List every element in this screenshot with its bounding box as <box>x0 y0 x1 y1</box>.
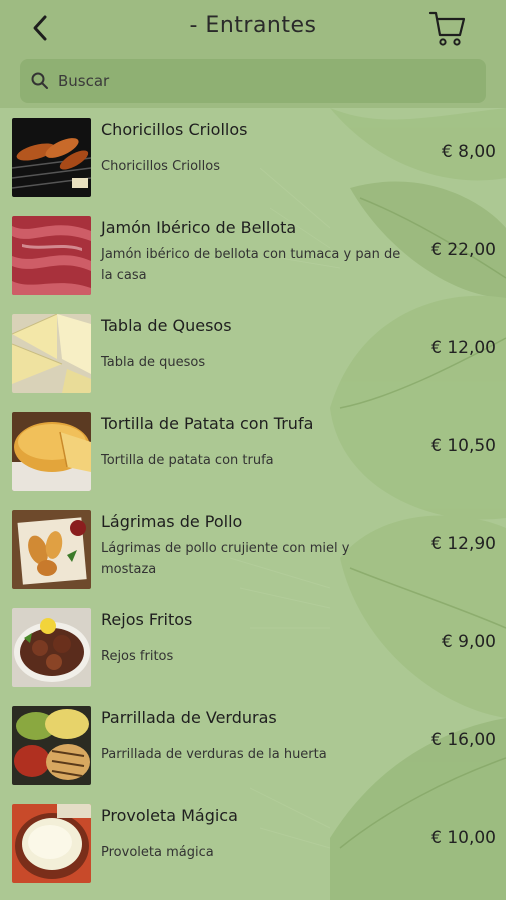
list-item[interactable]: Lágrimas de Pollo Lágrimas de pollo cruj… <box>0 500 506 598</box>
app-header: - Entrantes <box>0 0 506 108</box>
list-item[interactable]: Tortilla de Patata con Trufa Tortilla de… <box>0 402 506 500</box>
list-item[interactable]: Provoleta Mágica Provoleta mágica € 10,0… <box>0 794 506 892</box>
menu-list[interactable]: Choricillos Criollos Choricillos Criollo… <box>0 108 506 900</box>
item-description: Tortilla de patata con trufa <box>101 453 274 468</box>
item-image <box>12 314 91 393</box>
item-price: € 12,90 <box>431 534 496 554</box>
item-name: Provoleta Mágica <box>101 806 238 825</box>
search-input[interactable] <box>56 71 460 91</box>
search-icon <box>30 71 50 91</box>
item-image <box>12 510 91 589</box>
list-item[interactable]: Rejos Fritos Rejos fritos € 9,00 <box>0 598 506 696</box>
item-name: Tabla de Quesos <box>101 316 232 335</box>
item-price: € 22,00 <box>431 240 496 260</box>
list-item[interactable]: Tabla de Quesos Tabla de quesos € 12,00 <box>0 304 506 402</box>
item-image <box>12 608 91 687</box>
item-description: Rejos fritos <box>101 649 174 664</box>
item-description: Lágrimas de pollo crujiente con miel y m… <box>101 541 350 577</box>
item-image <box>12 804 91 883</box>
item-description: Choricillos Criollos <box>101 159 221 174</box>
cart-button[interactable] <box>425 6 469 50</box>
item-image <box>12 412 91 491</box>
item-description: Tabla de quesos <box>101 355 206 370</box>
item-price: € 8,00 <box>441 142 496 162</box>
item-price: € 10,50 <box>431 436 496 456</box>
item-name: Tortilla de Patata con Trufa <box>101 414 314 433</box>
item-name: Choricillos Criollos <box>101 120 248 139</box>
cart-icon <box>428 11 466 46</box>
item-price: € 16,00 <box>431 730 496 750</box>
item-price: € 12,00 <box>431 338 496 358</box>
item-image <box>12 216 91 295</box>
item-description: Provoleta mágica <box>101 845 214 860</box>
item-name: Jamón Ibérico de Bellota <box>101 218 297 237</box>
item-price: € 10,00 <box>431 828 496 848</box>
item-price: € 9,00 <box>441 632 496 652</box>
item-image <box>12 706 91 785</box>
list-item[interactable]: Choricillos Criollos Choricillos Criollo… <box>0 108 506 206</box>
item-description: Jamón ibérico de bellota con tumaca y pa… <box>101 247 401 283</box>
search-bar[interactable] <box>20 59 486 103</box>
item-description: Parrillada de verduras de la huerta <box>101 747 327 762</box>
item-name: Parrillada de Verduras <box>101 708 277 727</box>
item-name: Rejos Fritos <box>101 610 193 629</box>
item-name: Lágrimas de Pollo <box>101 512 243 531</box>
item-image <box>12 118 91 197</box>
list-item[interactable]: Jamón Ibérico de Bellota Jamón ibérico d… <box>0 206 506 304</box>
list-item[interactable]: Parrillada de Verduras Parrillada de ver… <box>0 696 506 794</box>
